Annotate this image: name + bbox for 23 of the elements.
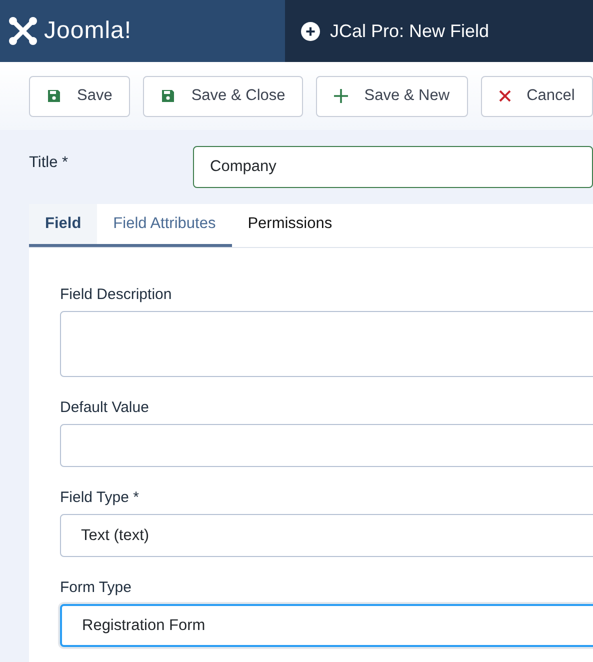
save-icon [47, 89, 61, 103]
toolbar-button[interactable]: Save & New [316, 76, 468, 116]
joomla-logo-icon [8, 16, 38, 46]
input-field[interactable] [60, 424, 593, 467]
field-label: Default Value [60, 399, 150, 416]
select-field[interactable]: Text (text) [60, 514, 593, 557]
textarea-field[interactable] [60, 311, 593, 377]
page-title: JCal Pro: New Field [330, 20, 490, 42]
select-field[interactable]: Registration Form [60, 604, 593, 647]
save-icon [161, 89, 176, 103]
title-input[interactable]: Company [193, 146, 593, 188]
field-label: Form Type [60, 579, 132, 596]
field-label: Field Description [60, 286, 173, 303]
plus-icon [334, 89, 348, 103]
logo-text: Joomla! [44, 17, 132, 45]
toolbar-button[interactable]: Cancel [480, 76, 593, 116]
close-icon [498, 90, 511, 102]
field-label: Field Type * [60, 489, 140, 506]
tab[interactable]: Field [29, 204, 98, 247]
add-circle-icon [301, 22, 320, 40]
title-label: Title * [29, 153, 70, 172]
toolbar-button[interactable]: Save [29, 76, 130, 116]
toolbar-button[interactable]: Save & Close [143, 76, 304, 116]
